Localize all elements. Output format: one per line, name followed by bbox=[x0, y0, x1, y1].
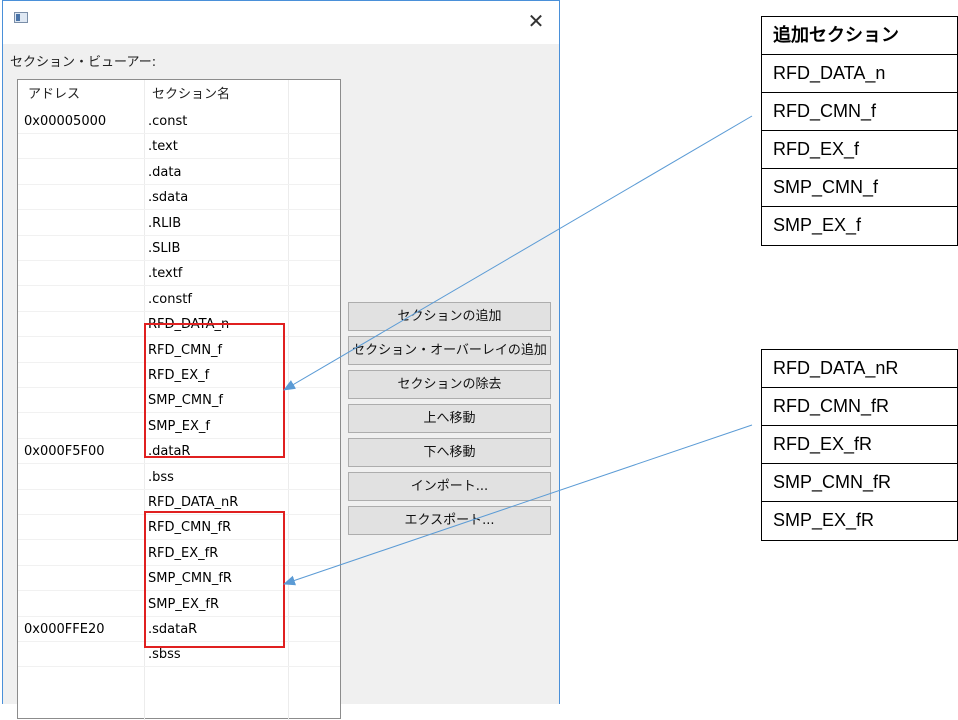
table-row[interactable]: .constf bbox=[18, 287, 340, 312]
move-down-button[interactable]: 下へ移動 bbox=[348, 438, 551, 467]
row-separator bbox=[18, 666, 340, 668]
highlight-box-added-r-sections bbox=[144, 511, 285, 648]
table-row[interactable]: 0x00005000 .const bbox=[18, 109, 340, 134]
list-header: アドレス セクション名 bbox=[18, 80, 340, 109]
table-row[interactable]: .text bbox=[18, 134, 340, 160]
added-section-row: RFD_DATA_n bbox=[762, 55, 957, 93]
added-section-row: RFD_EX_f bbox=[762, 131, 957, 169]
table-row[interactable]: .sdata bbox=[18, 185, 340, 211]
section-name-cell: .SLIB bbox=[148, 241, 181, 256]
section-name-cell: .RLIB bbox=[148, 215, 182, 231]
added-section-row: SMP_CMN_f bbox=[762, 169, 957, 207]
section-name-cell: .data bbox=[148, 164, 182, 180]
app-window-icon bbox=[14, 12, 28, 23]
table-row[interactable]: .data bbox=[18, 160, 340, 185]
added-r-section-row: RFD_CMN_fR bbox=[762, 388, 957, 426]
added-r-section-row: RFD_DATA_nR bbox=[762, 350, 957, 388]
added-r-sections-table: RFD_DATA_nR RFD_CMN_fR RFD_EX_fR SMP_CMN… bbox=[761, 349, 958, 541]
section-name-cell: .text bbox=[148, 139, 178, 155]
added-r-section-row: SMP_EX_fR bbox=[773, 510, 875, 530]
move-up-button[interactable]: 上へ移動 bbox=[348, 404, 551, 433]
section-name-cell: .sdata bbox=[148, 190, 189, 206]
close-button[interactable]: ✕ bbox=[523, 8, 549, 34]
added-sections-header: 追加セクション bbox=[762, 17, 957, 55]
export-button[interactable]: エクスポート... bbox=[348, 506, 551, 535]
section-name-cell: .const bbox=[148, 114, 188, 129]
remove-section-button[interactable]: セクションの除去 bbox=[348, 370, 551, 399]
added-section-row: RFD_CMN_f bbox=[762, 93, 957, 131]
table-row[interactable]: .SLIB bbox=[18, 236, 340, 261]
highlight-box-added-sections bbox=[144, 323, 285, 458]
import-button[interactable]: インポート... bbox=[348, 472, 551, 501]
title-bar: ✕ bbox=[3, 1, 559, 44]
address-cell: 0x000FFE20 bbox=[24, 622, 105, 637]
add-overlay-button[interactable]: セクション・オーバーレイの追加 bbox=[348, 336, 551, 365]
added-sections-table: 追加セクション RFD_DATA_n RFD_CMN_f RFD_EX_f SM… bbox=[761, 16, 958, 246]
section-name-cell: .bss bbox=[148, 469, 174, 485]
address-cell: 0x000F5F00 bbox=[24, 444, 105, 460]
table-row[interactable]: .textf bbox=[18, 261, 340, 287]
added-r-section-row: RFD_EX_fR bbox=[762, 426, 957, 464]
add-section-button[interactable]: セクションの追加 bbox=[348, 302, 551, 331]
address-cell: 0x00005000 bbox=[24, 114, 107, 129]
table-row[interactable]: .RLIB bbox=[18, 211, 340, 236]
table-row[interactable]: .bss bbox=[18, 465, 340, 490]
section-viewer-label: セクション・ビューアー: bbox=[10, 55, 157, 70]
section-name-cell: .constf bbox=[148, 291, 192, 307]
section-name-cell: .textf bbox=[148, 266, 183, 282]
added-section-row: SMP_EX_f bbox=[773, 215, 862, 235]
section-settings-dialog: ✕ セクション・ビューアー: アドレス セクション名 0x00005000 .co… bbox=[2, 0, 560, 720]
added-r-section-row: SMP_CMN_fR bbox=[762, 464, 957, 502]
column-header-section-name[interactable]: セクション名 bbox=[152, 80, 230, 109]
column-header-address[interactable]: アドレス bbox=[28, 80, 80, 109]
